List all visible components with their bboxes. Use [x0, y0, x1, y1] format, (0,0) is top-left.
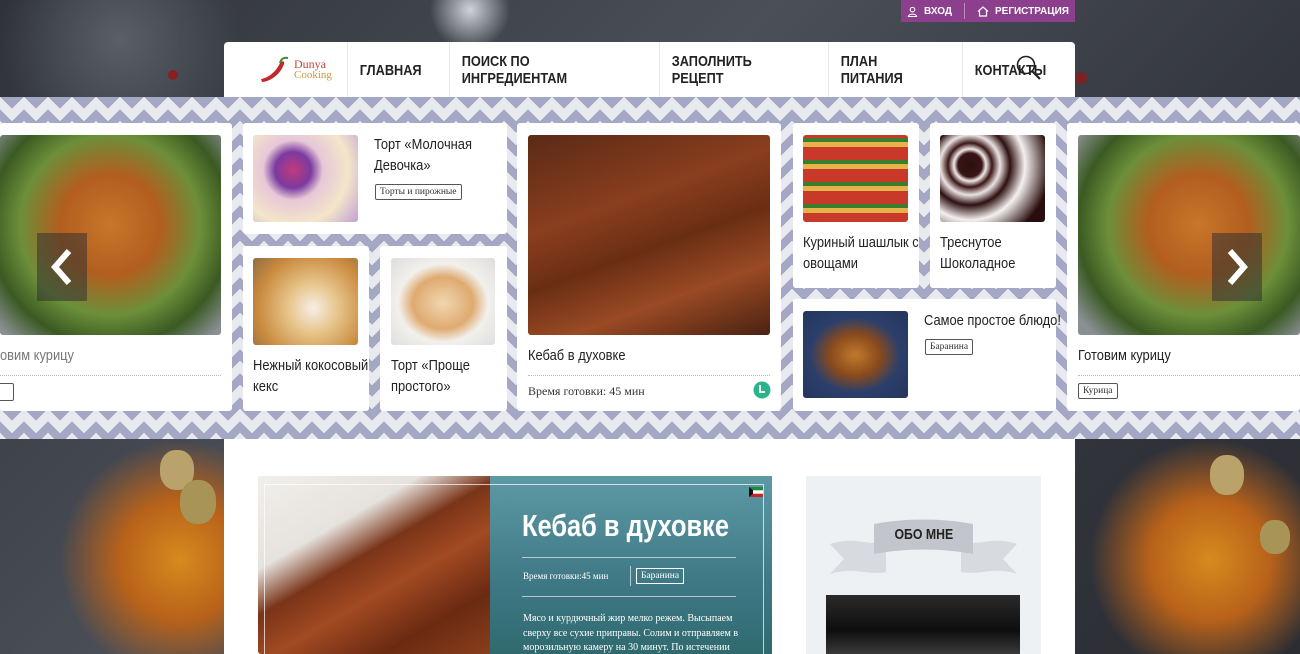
- nav-ingredient-search[interactable]: ПОИСК ПО ИНГРЕДИЕНТАМ: [448, 42, 628, 98]
- chevron-left-icon: [51, 249, 72, 285]
- spice-decoration: [1075, 72, 1087, 84]
- recipe-card[interactable]: Куриный шашлык с овощами: [793, 123, 919, 288]
- featured-description-line: сверху все сухие приправы. Солим и отпра…: [523, 627, 739, 639]
- cardamom-decoration: [1260, 520, 1290, 554]
- chili-icon: [261, 56, 289, 82]
- recipe-tag[interactable]: [0, 383, 14, 401]
- site-header: Dunya Cooking ГЛАВНАЯ ПОИСК ПО ИНГРЕДИЕН…: [224, 42, 1075, 98]
- register-link[interactable]: РЕГИСТРАЦИЯ: [977, 6, 1069, 17]
- divider: [0, 375, 221, 376]
- featured-cook-time: Время готовки:45 мин: [523, 571, 609, 581]
- recipe-tag[interactable]: Торты и пирожные: [375, 184, 462, 200]
- recipe-title-line1: Торт «Проще: [391, 357, 470, 374]
- recipe-title: Кебаб в духовке: [528, 347, 626, 364]
- recipe-card[interactable]: Торт «Молочная Девочка» Торты и пирожные: [243, 123, 507, 234]
- recipe-image-cake: [253, 135, 358, 222]
- search-icon: [1016, 55, 1041, 80]
- recipe-title: овим курицу: [0, 347, 75, 364]
- divider: [528, 375, 770, 376]
- slider-prev-button[interactable]: [37, 233, 87, 301]
- recipe-title-line1: Треснутое: [940, 234, 1002, 251]
- home-icon: [977, 5, 989, 17]
- recipe-image-kebab: [528, 135, 770, 335]
- login-link[interactable]: ВХОД: [907, 6, 952, 17]
- site-logo[interactable]: Dunya Cooking: [224, 42, 347, 98]
- divider: [964, 3, 965, 19]
- nav-submit-recipe[interactable]: ЗАПОЛНИТЬ РЕЦЕПТ: [659, 42, 802, 98]
- about-title-text: ОБО МНЕ: [894, 526, 953, 543]
- recipe-title-line1: Нежный кокосовый: [253, 357, 369, 374]
- featured-description-line: Мясо и курдючный жир мелко режем. Высыпа…: [523, 613, 733, 624]
- slider-next-button[interactable]: [1212, 233, 1262, 301]
- recipe-tag[interactable]: Курица: [1078, 383, 1118, 399]
- recipe-title-line2: кекс: [253, 378, 279, 395]
- cardamom-decoration: [180, 480, 216, 524]
- recipe-image-simple-cake: [391, 258, 495, 345]
- about-widget: ОБО МНЕ: [806, 476, 1041, 654]
- divider: [1078, 375, 1300, 376]
- featured-description-line: морозильную камеру на 30 минут. По истеч…: [523, 642, 730, 653]
- recipe-image-chicken: [0, 135, 221, 335]
- recipe-title-line2: простого»: [391, 378, 451, 395]
- featured-recipe-panel: Кебаб в духовке Время готовки:45 мин Бар…: [264, 476, 772, 654]
- recipe-tag[interactable]: Баранина: [925, 339, 974, 355]
- search-button[interactable]: [1015, 54, 1043, 87]
- recipe-title-line2: Шоколадное: [940, 255, 1016, 272]
- recipe-image-coconut-cake: [253, 258, 358, 345]
- flag-icon: [749, 487, 763, 497]
- recipe-title: Готовим курицу: [1078, 347, 1171, 364]
- nav-home[interactable]: ГЛАВНАЯ: [346, 42, 434, 98]
- divider: [522, 557, 736, 558]
- recipe-title-line2: Девочка»: [374, 157, 431, 174]
- recipe-title-line1: Куриный шашлык с: [803, 234, 919, 251]
- recipe-card-partial-right[interactable]: Готовим курицу Курица: [1067, 123, 1300, 411]
- about-title: ОБО МНЕ: [806, 526, 1041, 543]
- featured-tag[interactable]: Баранина: [636, 568, 685, 584]
- recipe-card[interactable]: Самое простое блюдо! Баранина: [793, 299, 1061, 411]
- cardamom-decoration: [1210, 455, 1244, 495]
- user-icon: [907, 6, 918, 17]
- recipe-card[interactable]: Треснутое Шоколадное: [930, 123, 1056, 288]
- spice-decoration: [168, 70, 178, 80]
- auth-bar: ВХОД РЕГИСТРАЦИЯ: [901, 0, 1075, 22]
- recipe-image-chicken: [1078, 135, 1300, 335]
- register-label: РЕГИСТРАЦИЯ: [994, 5, 1069, 17]
- about-photo: [826, 595, 1020, 654]
- recipe-card-partial-left[interactable]: овим курицу: [0, 123, 232, 411]
- cook-time: Время готовки: 45 мин: [528, 384, 645, 398]
- recipe-card[interactable]: Нежный кокосовый кекс: [243, 246, 369, 411]
- clock-icon: [753, 381, 771, 399]
- chevron-right-icon: [1227, 249, 1248, 285]
- logo-text: Dunya Cooking: [294, 58, 332, 81]
- recipe-image-crinkle-cookies: [940, 135, 1045, 222]
- recipe-card[interactable]: Торт «Проще простого»: [380, 246, 507, 411]
- recipe-card-featured[interactable]: Кебаб в духовке Время готовки: 45 мин: [517, 123, 781, 411]
- recipe-title-line2: овощами: [803, 255, 858, 272]
- nav-contacts[interactable]: КОНТАКТЫ: [961, 42, 1058, 98]
- logo-line2: Cooking: [294, 69, 332, 81]
- recipe-image-lamb-dish: [803, 311, 908, 398]
- main-nav: ГЛАВНАЯ ПОИСК ПО ИНГРЕДИЕНТАМ ЗАПОЛНИТЬ …: [346, 42, 1075, 98]
- featured-title: Кебаб в духовке: [522, 508, 730, 543]
- featured-description: Мясо и курдючный жир мелко режем. Высыпа…: [523, 612, 738, 654]
- nav-meal-plan[interactable]: ПЛАН ПИТАНИЯ: [827, 42, 942, 98]
- recipe-image-chicken-skewers: [803, 135, 908, 222]
- recipe-title: Самое простое блюдо!: [924, 312, 1061, 329]
- divider: [522, 596, 736, 597]
- recipe-title-line1: Торт «Молочная: [374, 136, 472, 153]
- login-label: ВХОД: [923, 5, 953, 17]
- divider: [630, 566, 631, 586]
